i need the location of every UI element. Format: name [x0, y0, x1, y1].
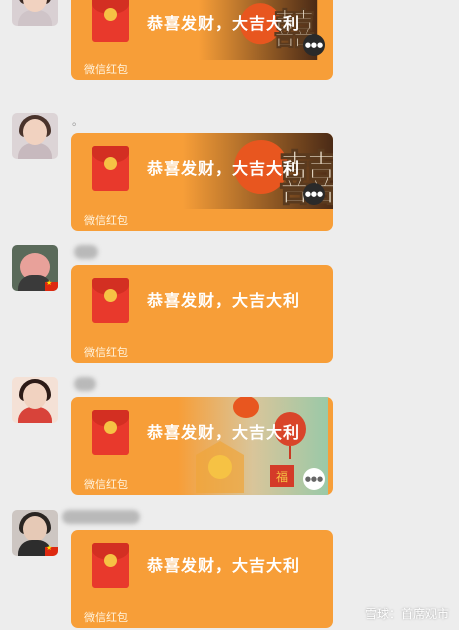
china-flag-icon [45, 279, 58, 291]
packet-footer: 微信红包 [71, 606, 333, 628]
avatar[interactable] [12, 0, 58, 26]
china-flag-icon [45, 544, 58, 556]
avatar[interactable] [12, 510, 58, 556]
packet-footer-label: 微信红包 [84, 214, 128, 227]
sender-name-blurred [74, 377, 96, 397]
red-packet[interactable]: 恭喜发财，大吉大利 微信红包 [71, 265, 333, 363]
packet-greeting: 恭喜发财，大吉大利 [147, 14, 301, 33]
watermark: 雪球：首席观市 [364, 607, 449, 621]
packet-footer-label: 微信红包 [84, 611, 128, 624]
packet-greeting: 恭喜发财，大吉大利 [147, 159, 301, 178]
sender-name: 。 [72, 115, 83, 128]
packet-footer: 微信红包 [71, 209, 333, 231]
packet-footer: 微信红包 [71, 58, 333, 80]
mini-program-badge-icon: ●●● [303, 468, 325, 490]
red-packet-envelope-icon [92, 278, 129, 323]
packet-footer-label: 微信红包 [84, 346, 128, 359]
red-packet-envelope-icon [92, 0, 129, 42]
packet-greeting: 恭喜发财，大吉大利 [147, 423, 301, 442]
red-packet-envelope-icon [92, 543, 129, 588]
red-packet[interactable]: 囍 恭喜发财，大吉大利 ●●● 微信红包 [71, 133, 333, 231]
red-packet-envelope-icon [92, 410, 129, 455]
packet-footer-label: 微信红包 [84, 63, 128, 76]
red-packet[interactable]: 恭喜发财，大吉大利 微信红包 [71, 530, 333, 628]
red-packet[interactable]: 福 恭喜发财，大吉大利 ●●● 微信红包 [71, 397, 333, 495]
avatar[interactable] [12, 377, 58, 423]
packet-footer: 微信红包 [71, 341, 333, 363]
red-packet-envelope-icon [92, 146, 129, 191]
mini-program-badge-icon: ●●● [303, 183, 325, 205]
avatar[interactable] [12, 245, 58, 291]
packet-footer-label: 微信红包 [84, 478, 128, 491]
mini-program-badge-icon: ●●● [303, 34, 325, 56]
sender-name-blurred [74, 245, 98, 265]
avatar[interactable] [12, 113, 58, 159]
packet-greeting: 恭喜发财，大吉大利 [147, 556, 301, 575]
packet-greeting: 恭喜发财，大吉大利 [147, 291, 301, 310]
sender-name-blurred [62, 510, 140, 530]
packet-footer: 微信红包 [71, 473, 333, 495]
red-packet[interactable]: 囍 恭喜发财，大吉大利 ●●● 微信红包 [71, 0, 333, 80]
